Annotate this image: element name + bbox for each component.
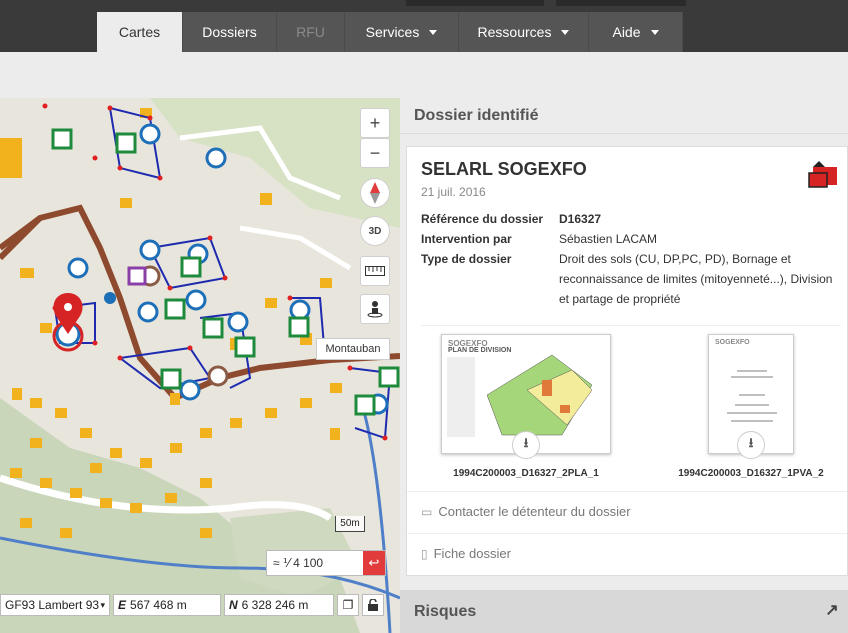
projection-value: GF93 Lambert 93 bbox=[5, 598, 100, 612]
fiche-label: Fiche dossier bbox=[433, 546, 511, 561]
tab-rfu[interactable]: RFU bbox=[277, 12, 345, 52]
ruler-icon bbox=[365, 266, 385, 276]
tab-aide[interactable]: Aide bbox=[589, 12, 683, 52]
fiche-dossier-link[interactable]: ▯ Fiche dossier bbox=[407, 533, 847, 573]
compass-button[interactable] bbox=[360, 178, 390, 208]
zoom-out-button[interactable]: − bbox=[360, 138, 390, 168]
main-nav: Cartes Dossiers RFU Services Ressources … bbox=[97, 12, 683, 52]
tab-label: Ressources bbox=[477, 24, 552, 40]
zoom-in-label: + bbox=[369, 112, 381, 133]
dossier-date: 21 juil. 2016 bbox=[421, 185, 486, 199]
scale-bar: 50m bbox=[335, 516, 365, 532]
geometre-expert-logo-icon bbox=[808, 161, 837, 188]
field-value: Sébastien LACAM bbox=[559, 232, 658, 246]
tab-dossiers[interactable]: Dossiers bbox=[183, 12, 277, 52]
dossier-info: Référence du dossier D16327 Intervention … bbox=[421, 209, 841, 309]
east-value: 567 468 m bbox=[130, 598, 187, 612]
download-icon: ⭳ bbox=[748, 435, 754, 450]
map-view[interactable]: + − 3D Montauban 50m ≈ ⅟ 4 100 ↩ GF93 La… bbox=[0, 98, 400, 633]
enter-icon: ↩ bbox=[368, 555, 380, 570]
measure-button[interactable] bbox=[360, 256, 390, 286]
tab-ressources[interactable]: Ressources bbox=[459, 12, 589, 52]
tab-label: Services bbox=[365, 24, 420, 40]
scale-input[interactable]: ≈ ⅟ 4 100 ↩ bbox=[266, 550, 386, 576]
dossier-title: SELARL SOGEXFO bbox=[421, 159, 587, 179]
streetview-button[interactable] bbox=[360, 294, 390, 324]
scale-value: ≈ ⅟ 4 100 bbox=[273, 556, 324, 570]
download-button[interactable]: ⭳ bbox=[737, 431, 765, 459]
north-coordinate-field[interactable]: N6 328 246 m bbox=[224, 594, 334, 616]
dossier-card: SELARL SOGEXFO 21 juil. 2016 Référence d… bbox=[406, 146, 848, 576]
risques-section[interactable]: Risques ↗ bbox=[400, 590, 848, 633]
contact-label: Contacter le détenteur du dossier bbox=[438, 504, 631, 519]
contact-card-icon: ▭ bbox=[421, 504, 433, 519]
zoom-in-button[interactable]: + bbox=[360, 108, 390, 138]
chevron-down-icon: ▾ bbox=[100, 599, 105, 610]
field-value: Droit des sols (CU, DP,PC, PD), Bornage … bbox=[559, 252, 833, 306]
download-button[interactable]: ⭳ bbox=[512, 431, 540, 459]
field-label: Intervention par bbox=[421, 232, 512, 246]
top-bar-fragment bbox=[406, 0, 544, 6]
document-name: 1994C200003_D16327_1PVA_2 bbox=[678, 468, 824, 479]
panel-header-text: Dossier identifié bbox=[414, 106, 539, 124]
north-label: N bbox=[229, 598, 238, 612]
external-link-icon[interactable]: ↗ bbox=[820, 598, 844, 622]
coordinate-bar: GF93 Lambert 93 ▾ E 567 468 m N6 328 246 m… bbox=[0, 593, 400, 617]
download-icon: ⭳ bbox=[523, 435, 529, 450]
sub-bar bbox=[0, 52, 848, 98]
compass-icon bbox=[370, 182, 380, 204]
top-bar-fragment bbox=[556, 0, 686, 6]
scale-label: 50m bbox=[340, 518, 360, 529]
document-item[interactable]: SOGEXFO PLAN DE DIVISION ⭳ 1994C200003_D… bbox=[421, 334, 631, 479]
dossier-panel: Dossier identifié SELARL SOGEXFO 21 juil… bbox=[400, 98, 848, 633]
tooltip-text: Montauban bbox=[325, 343, 381, 355]
map-tooltip: Montauban bbox=[316, 338, 390, 360]
contact-owner-link[interactable]: ▭ Contacter le détenteur du dossier bbox=[407, 491, 847, 531]
east-label: E bbox=[118, 598, 127, 612]
document-name: 1994C200003_D16327_2PLA_1 bbox=[453, 468, 599, 479]
panel-header: Dossier identifié bbox=[400, 98, 848, 134]
apply-scale-button[interactable]: ↩ bbox=[363, 551, 385, 575]
chevron-down-icon bbox=[650, 29, 659, 35]
projection-select[interactable]: GF93 Lambert 93 ▾ bbox=[0, 594, 110, 616]
field-label: Type de dossier bbox=[421, 252, 512, 266]
tab-label: Aide bbox=[612, 24, 641, 40]
tab-label: RFU bbox=[296, 24, 325, 40]
document-thumbnail[interactable]: SOGEXFO ⭳ bbox=[708, 334, 794, 459]
documents-list: SOGEXFO PLAN DE DIVISION ⭳ 1994C200003_D… bbox=[421, 325, 841, 479]
tab-services[interactable]: Services bbox=[345, 12, 459, 52]
copy-button[interactable]: ❐ bbox=[337, 594, 359, 616]
field-row: Type de dossier Droit des sols (CU, DP,PC… bbox=[421, 249, 841, 309]
3d-label: 3D bbox=[368, 225, 382, 237]
document-thumbnail[interactable]: SOGEXFO PLAN DE DIVISION ⭳ bbox=[441, 334, 611, 459]
zoom-out-label: − bbox=[369, 142, 381, 163]
unlock-icon bbox=[368, 599, 378, 611]
file-icon: ▯ bbox=[421, 546, 428, 561]
field-label: Référence du dossier bbox=[421, 212, 544, 226]
document-item[interactable]: SOGEXFO ⭳ 1994C200003_D16327_1PVA_2 bbox=[661, 334, 841, 479]
field-row: Intervention par Sébastien LACAM bbox=[421, 229, 841, 249]
field-row: Référence du dossier D16327 bbox=[421, 209, 841, 229]
east-coordinate-field[interactable]: E 567 468 m bbox=[113, 594, 221, 616]
3d-button[interactable]: 3D bbox=[360, 216, 390, 246]
chevron-down-icon bbox=[561, 29, 570, 35]
copy-icon: ❐ bbox=[342, 598, 354, 612]
tab-label: Cartes bbox=[118, 24, 161, 40]
pegman-icon bbox=[367, 301, 383, 318]
north-value: 6 328 246 m bbox=[241, 598, 309, 612]
lock-button[interactable] bbox=[362, 594, 384, 616]
chevron-down-icon bbox=[429, 29, 438, 35]
tab-cartes[interactable]: Cartes bbox=[97, 12, 183, 52]
field-value: D16327 bbox=[559, 212, 602, 226]
tab-label: Dossiers bbox=[202, 24, 257, 40]
risques-title: Risques bbox=[414, 602, 477, 620]
